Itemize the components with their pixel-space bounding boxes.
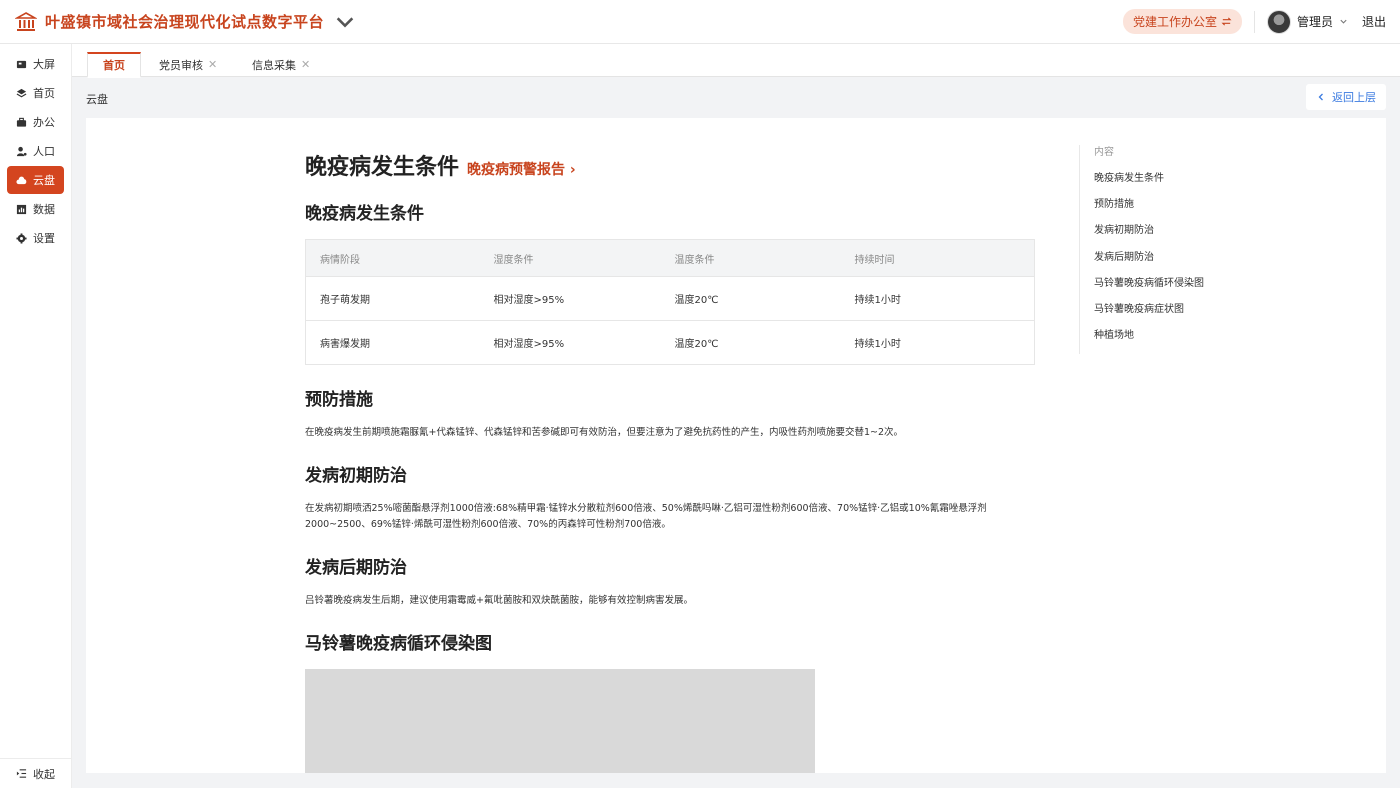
section-heading-late: 发病后期防治	[305, 558, 407, 578]
chart-icon	[16, 204, 27, 214]
collapse-label: 收起	[33, 767, 55, 781]
toc-item[interactable]: 发病初期防治	[1094, 223, 1279, 249]
screen-icon	[16, 60, 27, 68]
sidebar-item-label: 数据	[33, 203, 55, 216]
back-label: 返回上层	[1332, 91, 1376, 104]
avatar	[1266, 9, 1291, 34]
close-icon[interactable]: ✕	[301, 58, 310, 71]
section-heading-cycle: 马铃薯晚疫病循环侵染图	[305, 634, 492, 654]
sidebar-item-home[interactable]: 首页	[7, 79, 64, 107]
back-button[interactable]: 返回上层	[1306, 84, 1386, 110]
breadcrumb: 云盘	[86, 93, 108, 106]
sidebar-item-label: 首页	[33, 87, 55, 100]
collapse-button[interactable]: 收起	[0, 758, 72, 788]
toc-item[interactable]: 晚疫病发生条件	[1094, 171, 1279, 197]
column-header: 湿度条件	[479, 239, 661, 277]
table-cell: 持续1小时	[840, 320, 1035, 365]
close-icon[interactable]: ✕	[208, 58, 217, 71]
sidebar-item-population[interactable]: 人口	[7, 137, 64, 165]
user-name: 管理员	[1296, 15, 1333, 29]
header-divider	[1253, 10, 1255, 33]
table-row: 孢子萌发期 相对湿度>95% 温度20℃ 持续1小时	[305, 276, 1035, 321]
sidebar-item-label: 设置	[33, 232, 55, 245]
column-header: 病情阶段	[305, 239, 480, 277]
briefcase-icon	[16, 117, 27, 127]
table-cell: 温度20℃	[660, 320, 841, 365]
chevron-left-icon	[1318, 93, 1323, 101]
sidebar-item-screen[interactable]: 大屏	[7, 50, 64, 78]
cloud-icon	[16, 176, 27, 184]
tab-home[interactable]: 首页	[87, 52, 141, 78]
table-header-row: 病情阶段 湿度条件 温度条件 持续时间	[305, 239, 1035, 277]
report-link-label: 晚疫病预警报告	[467, 162, 566, 178]
toc-item[interactable]: 种植场地	[1094, 328, 1279, 354]
section-heading-prevention: 预防措施	[305, 390, 373, 410]
page-title-text: 晚疫病发生条件	[305, 155, 460, 180]
table-cell: 温度20℃	[660, 276, 841, 321]
table-cell: 孢子萌发期	[305, 276, 480, 321]
office-switch-button[interactable]: 党建工作办公室	[1122, 9, 1242, 34]
sidebar-item-data[interactable]: 数据	[7, 195, 64, 223]
switch-icon	[1221, 17, 1232, 26]
table-row: 病害爆发期 相对湿度>95% 温度20℃ 持续1小时	[305, 320, 1035, 365]
report-link[interactable]: 晚疫病预警报告 ›	[467, 159, 576, 179]
gear-icon	[16, 232, 27, 244]
layers-icon	[16, 88, 27, 97]
paragraph-early: 在发病初期喷洒25%嘧菌酯悬浮剂1000倍液:68%精甲霜·锰锌水分散粒剂600…	[305, 503, 987, 530]
toc-heading: 内容	[1094, 147, 1114, 158]
chevron-down-icon[interactable]	[334, 11, 356, 33]
logout-button[interactable]: 退出	[1362, 13, 1386, 30]
sidebar-item-label: 云盘	[33, 174, 55, 187]
office-label: 党建工作办公室	[1132, 15, 1217, 29]
sidebar-item-label: 办公	[33, 116, 55, 129]
institution-icon	[15, 11, 37, 31]
toc-item[interactable]: 马铃薯晚疫病症状图	[1094, 302, 1279, 328]
section-heading-conditions: 晚疫病发生条件	[305, 204, 424, 224]
toc-item[interactable]: 预防措施	[1094, 197, 1279, 223]
app-title: 叶盛镇市域社会治理现代化试点数字平台	[45, 13, 325, 31]
sidebar-item-settings[interactable]: 设置	[7, 224, 64, 252]
content-panel: 晚疫病发生条件 晚疫病预警报告 › 晚疫病发生条件 病情阶段 湿度条件 温度条件…	[86, 118, 1386, 773]
paragraph-late: 吕铃薯晚疫病发生后期，建议使用霜霉威+氟吡菌胺和双炔酰菌胺，能够有效控制病害发展…	[305, 595, 693, 606]
table-cell: 相对湿度>95%	[479, 276, 661, 321]
tab-label: 首页	[103, 59, 125, 72]
page-title: 晚疫病发生条件 晚疫病预警报告 ›	[305, 149, 576, 181]
toc-item[interactable]: 发病后期防治	[1094, 250, 1279, 276]
cycle-diagram-image	[305, 669, 815, 773]
paragraph-prevention: 在晚疫病发生前期喷施霜脲氰+代森锰锌、代森锰锌和苦参碱即可有效防治，但要注意为了…	[305, 427, 904, 438]
sidebar-item-office[interactable]: 办公	[7, 108, 64, 136]
table-cell: 相对湿度>95%	[479, 320, 661, 365]
toc-item[interactable]: 马铃薯晚疫病循环侵染图	[1094, 276, 1279, 302]
tab-bar: 首页 党员审核 ✕ 信息采集 ✕	[72, 44, 1400, 78]
collapse-icon	[16, 769, 27, 778]
sidebar: 大屏 首页 办公 人口 云盘 数据 设置 收起	[0, 44, 72, 788]
tab-label: 信息采集	[252, 58, 296, 72]
user-menu[interactable]: 管理员	[1266, 9, 1348, 34]
table-cell: 持续1小时	[840, 276, 1035, 321]
conditions-table: 病情阶段 湿度条件 温度条件 持续时间 孢子萌发期 相对湿度>95% 温度20℃…	[305, 239, 1035, 365]
table-cell: 病害爆发期	[305, 320, 480, 365]
person-icon	[16, 146, 27, 156]
chevron-down-icon	[1340, 19, 1347, 24]
brand[interactable]: 叶盛镇市域社会治理现代化试点数字平台	[15, 11, 356, 33]
top-header: 叶盛镇市域社会治理现代化试点数字平台 党建工作办公室 管理员 退出	[0, 0, 1400, 44]
sidebar-item-label: 大屏	[33, 58, 55, 71]
table-of-contents: 内容 晚疫病发生条件 预防措施 发病初期防治 发病后期防治 马铃薯晚疫病循环侵染…	[1079, 145, 1279, 355]
column-header: 温度条件	[660, 239, 841, 277]
sidebar-item-cloud[interactable]: 云盘	[7, 166, 64, 194]
tab-info-collection[interactable]: 信息采集 ✕	[252, 52, 310, 77]
tab-label: 党员审核	[159, 58, 203, 72]
section-heading-early: 发病初期防治	[305, 466, 407, 486]
sidebar-item-label: 人口	[33, 145, 55, 158]
column-header: 持续时间	[840, 239, 1035, 277]
tab-member-review[interactable]: 党员审核 ✕	[159, 52, 217, 77]
